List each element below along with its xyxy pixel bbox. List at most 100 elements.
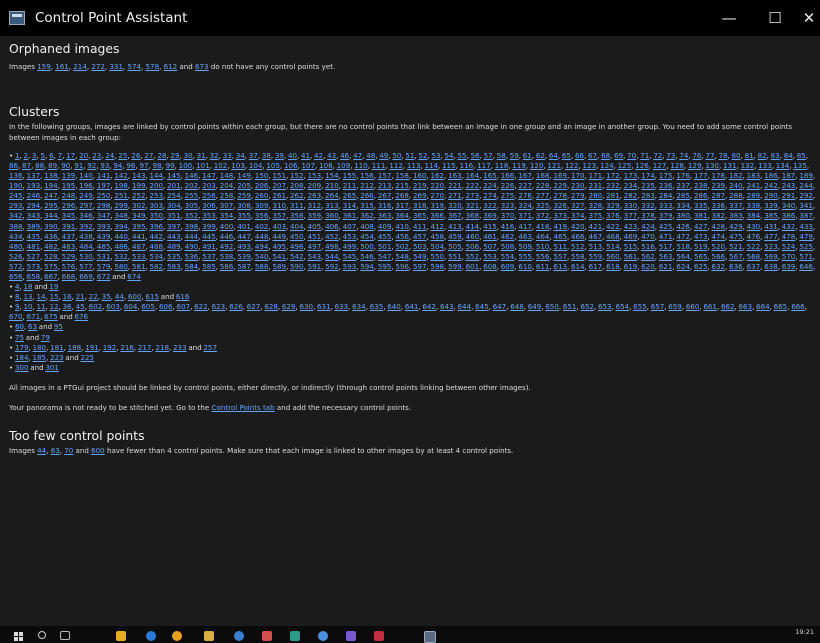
image-link[interactable]: 424 [641, 222, 655, 231]
control-points-tab-link[interactable]: Control Points tab [212, 403, 275, 412]
image-link[interactable]: 139 [62, 171, 76, 180]
image-link[interactable]: 129 [688, 161, 702, 170]
image-link[interactable]: 474 [712, 232, 726, 241]
image-link[interactable]: 85 [797, 151, 806, 160]
image-link[interactable]: 124 [600, 161, 614, 170]
image-link[interactable]: 323 [501, 201, 515, 210]
image-link[interactable]: 88 [35, 161, 44, 170]
image-link[interactable]: 500 [360, 242, 374, 251]
image-link[interactable]: 260 [255, 191, 269, 200]
image-link[interactable]: 664 [756, 302, 770, 311]
image-link[interactable]: 40 [288, 151, 297, 160]
image-link[interactable]: 605 [141, 302, 155, 311]
image-link[interactable]: 413 [448, 222, 462, 231]
image-link[interactable]: 214 [73, 62, 87, 71]
image-link[interactable]: 122 [565, 161, 579, 170]
image-link[interactable]: 589 [272, 262, 286, 271]
image-link[interactable]: 168 [536, 171, 550, 180]
image-link[interactable]: 518 [676, 242, 690, 251]
image-link[interactable]: 171 [589, 171, 603, 180]
image-link[interactable]: 674 [127, 272, 141, 281]
image-link[interactable]: 611 [536, 262, 550, 271]
image-link[interactable]: 298 [97, 201, 111, 210]
image-link[interactable]: 30 [184, 151, 193, 160]
image-link[interactable]: 567 [729, 252, 743, 261]
image-link[interactable]: 33 [223, 151, 232, 160]
image-link[interactable]: 150 [255, 171, 269, 180]
image-link[interactable]: 449 [272, 232, 286, 241]
image-link[interactable]: 484 [79, 242, 93, 251]
image-link[interactable]: 392 [79, 222, 93, 231]
image-link[interactable]: 422 [606, 222, 620, 231]
image-link[interactable]: 106 [284, 161, 298, 170]
image-link[interactable]: 419 [553, 222, 567, 231]
image-link[interactable]: 233 [173, 343, 187, 352]
image-link[interactable]: 218 [155, 343, 169, 352]
image-link[interactable]: 110 [354, 161, 368, 170]
image-link[interactable]: 656 [9, 272, 23, 281]
image-link[interactable]: 397 [167, 222, 181, 231]
image-link[interactable]: 551 [448, 252, 462, 261]
image-link[interactable]: 378 [641, 211, 655, 220]
image-link[interactable]: 439 [97, 232, 111, 241]
image-link[interactable]: 279 [571, 191, 585, 200]
image-link[interactable]: 618 [606, 262, 620, 271]
image-link[interactable]: 24 [105, 151, 114, 160]
image-link[interactable]: 600 [128, 292, 142, 301]
image-link[interactable]: 42 [314, 151, 323, 160]
image-link[interactable]: 70 [64, 446, 73, 455]
image-link[interactable]: 554 [501, 252, 515, 261]
image-link[interactable]: 520 [712, 242, 726, 251]
image-link[interactable]: 324 [518, 201, 532, 210]
image-link[interactable]: 493 [237, 242, 251, 251]
image-link[interactable]: 160 [413, 171, 427, 180]
image-link[interactable]: 346 [79, 211, 93, 220]
image-link[interactable]: 232 [606, 181, 620, 190]
image-link[interactable]: 172 [606, 171, 620, 180]
image-link[interactable]: 119 [512, 161, 526, 170]
image-link[interactable]: 376 [606, 211, 620, 220]
image-link[interactable]: 394 [114, 222, 128, 231]
image-link[interactable]: 277 [536, 191, 550, 200]
image-link[interactable]: 274 [483, 191, 497, 200]
image-link[interactable]: 22 [89, 292, 98, 301]
image-link[interactable]: 460 [466, 232, 480, 241]
image-link[interactable]: 459 [448, 232, 462, 241]
image-link[interactable]: 304 [167, 201, 181, 210]
chrome-browser-icon[interactable] [172, 631, 182, 641]
image-link[interactable]: 99 [166, 161, 175, 170]
image-link[interactable]: 651 [563, 302, 577, 311]
image-link[interactable]: 561 [624, 252, 638, 261]
image-link[interactable]: 471 [659, 232, 673, 241]
image-link[interactable]: 623 [212, 302, 226, 311]
image-link[interactable]: 350 [150, 211, 164, 220]
image-link[interactable]: 442 [150, 232, 164, 241]
image-link[interactable]: 161 [55, 62, 69, 71]
image-link[interactable]: 207 [272, 181, 286, 190]
image-link[interactable]: 287 [712, 191, 726, 200]
image-link[interactable]: 302 [132, 201, 146, 210]
image-link[interactable]: 415 [483, 222, 497, 231]
image-link[interactable]: 101 [196, 161, 210, 170]
image-link[interactable]: 133 [758, 161, 772, 170]
image-link[interactable]: 428 [712, 222, 726, 231]
image-link[interactable]: 537 [202, 252, 216, 261]
image-link[interactable]: 165 [483, 171, 497, 180]
image-link[interactable]: 198 [114, 181, 128, 190]
image-link[interactable]: 608 [483, 262, 497, 271]
image-link[interactable]: 200 [150, 181, 164, 190]
image-link[interactable]: 533 [132, 252, 146, 261]
image-link[interactable]: 105 [266, 161, 280, 170]
image-link[interactable]: 254 [167, 191, 181, 200]
image-link[interactable]: 100 [179, 161, 193, 170]
image-link[interactable]: 237 [676, 181, 690, 190]
image-link[interactable]: 523 [764, 242, 778, 251]
image-link[interactable]: 179 [15, 343, 29, 352]
image-link[interactable]: 447 [237, 232, 251, 241]
image-link[interactable]: 445 [202, 232, 216, 241]
image-link[interactable]: 66 [575, 151, 584, 160]
image-link[interactable]: 663 [739, 302, 753, 311]
image-link[interactable]: 19 [49, 282, 58, 291]
image-link[interactable]: 648 [510, 302, 524, 311]
image-link[interactable]: 71 [640, 151, 649, 160]
